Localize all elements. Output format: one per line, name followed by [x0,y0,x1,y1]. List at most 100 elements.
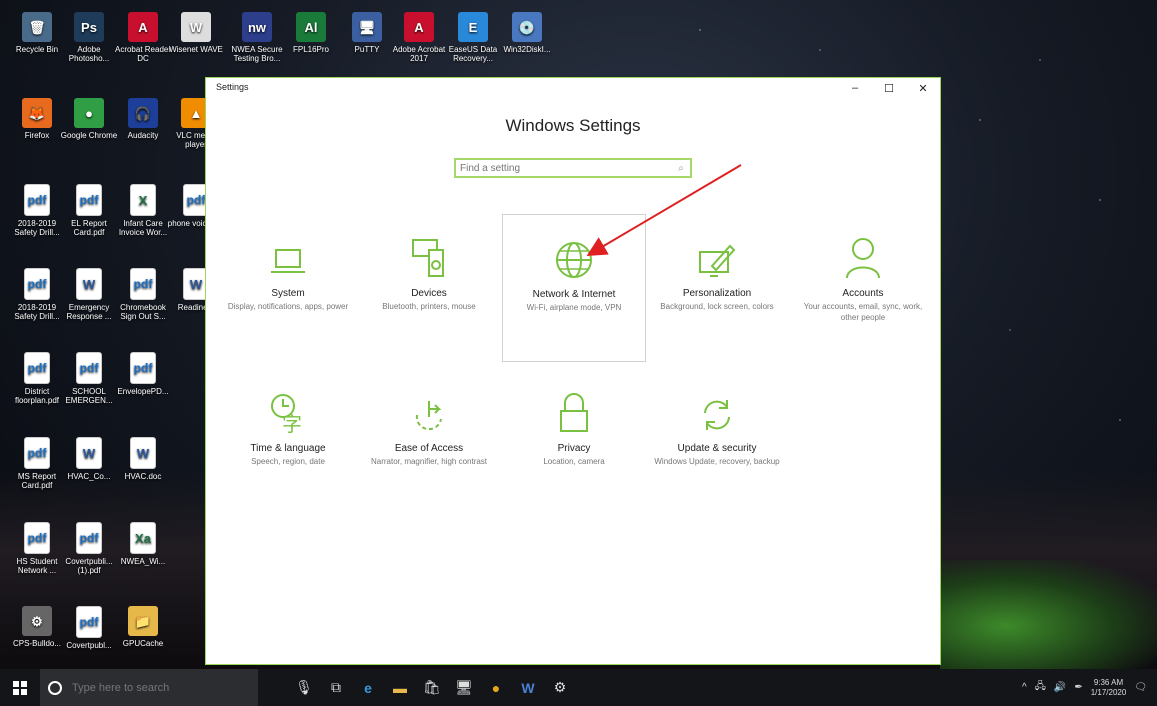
desktop-shortcut-label: Wisenet WAVE [169,45,223,54]
volume-icon[interactable]: 🔊 [1054,682,1066,693]
chrome-taskbar-icon[interactable]: ● [480,669,512,706]
settings-tile-privacy[interactable]: Privacy Location, camera [502,383,646,467]
tile-description: Speech, region, date [251,457,325,466]
store-icon[interactable]: 🛍 [416,669,448,706]
desktop-shortcut[interactable]: W Emergency Response ... [58,268,120,321]
tile-title: Network & Internet [532,289,616,300]
firefox-icon: 🦊 [22,98,52,128]
settings-window: Settings – ☐ ✕ Windows Settings ⌕ System… [205,77,941,665]
fpl-icon: Al [296,12,326,42]
word-file-icon: W [76,437,102,469]
desktop-shortcut[interactable]: W Wisenet WAVE [165,12,227,54]
desktop-shortcut[interactable]: Al FPL16Pro [280,12,342,54]
desktop-shortcut[interactable]: E EaseUS Data Recovery... [442,12,504,63]
tile-title: Time & language [250,443,326,454]
photoshop-icon: Ps [74,12,104,42]
pdf-file-icon: pdf [130,352,156,384]
desktop-shortcut[interactable]: 📁 GPUCache [112,606,174,648]
desktop-shortcut-label: GPUCache [122,639,164,648]
desktop-shortcut[interactable]: W HVAC.doc [112,437,174,481]
desktop-shortcut[interactable]: Xa NWEA_Wi... [112,522,174,566]
tile-description: Your accounts, email, sync, work, other … [803,302,923,322]
devices-icon [357,228,501,280]
pen-icon[interactable]: ✒ [1074,682,1082,693]
desktop-shortcut-label: Covertpubl... [66,641,112,650]
person-icon [791,228,935,280]
taskbar-search-box[interactable] [40,669,258,706]
desktop-shortcut[interactable]: pdf Covertpubl... [58,606,120,650]
folder-icon: 📁 [128,606,158,636]
lock-icon [502,383,646,435]
start-button[interactable] [0,669,40,706]
pdf-file-icon: pdf [76,184,102,216]
desktop-shortcut[interactable]: Ps Adobe Photosho... [58,12,120,63]
settings-tile-personalization[interactable]: Personalization Background, lock screen,… [645,228,789,312]
pdf-file-icon: pdf [24,522,50,554]
settings-tile-time-language[interactable]: 字 Time & language Speech, region, date [216,383,360,467]
refresh-icon [645,383,789,435]
chevron-up-icon[interactable]: ^ [1022,682,1027,693]
acrobat-2017-icon: A [404,12,434,42]
tile-title: Accounts [842,288,884,299]
microphone-icon[interactable]: 🎙 [288,669,320,706]
desktop-shortcut[interactable]: pdf EnvelopePD... [112,352,174,396]
desktop-shortcut[interactable]: pdf SCHOOL EMERGEN... [58,352,120,405]
pdf-file-icon: pdf [76,606,102,638]
desktop-shortcut[interactable]: pdf Covertpubli... (1).pdf [58,522,120,575]
minimize-button[interactable]: – [838,78,872,98]
desktop-shortcut-label: HVAC.doc [124,472,162,481]
laptop-icon [216,228,360,280]
taskbar-search-input[interactable] [70,680,244,695]
pdf-file-icon: pdf [24,268,50,300]
settings-tile-network-internet[interactable]: Network & Internet Wi-Fi, airplane mode,… [502,214,646,362]
desktop-shortcut-label: Google Chrome [60,131,118,140]
desktop-shortcut-label: Adobe Photosho... [68,45,110,63]
windows-logo-icon [13,680,27,695]
settings-tile-devices[interactable]: Devices Bluetooth, printers, mouse [357,228,501,312]
time-language-icon: 字 [216,383,360,435]
putty-icon: 🖥 [352,12,382,42]
putty-taskbar-icon[interactable]: 🖥 [448,669,480,706]
desktop-shortcut[interactable]: W HVAC_Co... [58,437,120,481]
clock[interactable]: 9:36 AM 1/17/2020 [1091,678,1127,698]
desktop-shortcut-label: Win32DiskI... [503,45,551,54]
settings-tile-accounts[interactable]: Accounts Your accounts, email, sync, wor… [791,228,935,323]
desktop-shortcut[interactable]: pdf EL Report Card.pdf [58,184,120,237]
excel-file-icon: Xa [130,522,156,554]
edge-icon[interactable]: e [352,669,384,706]
file-explorer-icon[interactable]: ▬ [384,669,416,706]
search-icon[interactable]: ⌕ [672,163,690,174]
word-taskbar-icon[interactable]: W [512,669,544,706]
ease-of-access-icon [357,383,501,435]
task-view-icon[interactable]: ⧉ [320,669,352,706]
desktop-shortcut[interactable]: ● Google Chrome [58,98,120,140]
desktop-shortcut-label: EnvelopePD... [117,387,169,396]
cortana-circle-icon [48,680,62,695]
network-icon[interactable]: 🖧 [1035,679,1046,696]
desktop-shortcut[interactable]: 💿 Win32DiskI... [496,12,558,54]
tile-description: Background, lock screen, colors [660,302,774,311]
taskbar-pinned-apps: 🎙 ⧉ e ▬ 🛍 🖥 ● W ⚙ [288,669,576,706]
maximize-button[interactable]: ☐ [872,78,906,98]
desktop-shortcut[interactable]: nw NWEA Secure Testing Bro... [226,12,288,63]
tile-title: Personalization [682,288,752,299]
search-input[interactable] [456,161,672,175]
close-button[interactable]: ✕ [906,78,940,98]
tile-description: Wi-Fi, airplane mode, VPN [526,303,622,312]
desktop-shortcut-label: EaseUS Data Recovery... [448,45,498,63]
settings-taskbar-icon[interactable]: ⚙ [544,669,576,706]
svg-text:字: 字 [282,412,302,435]
tile-description: Bluetooth, printers, mouse [382,302,476,311]
window-title: Settings [216,82,249,92]
settings-tile-system[interactable]: System Display, notifications, apps, pow… [216,228,360,312]
pdf-file-icon: pdf [24,437,50,469]
settings-search-box[interactable]: ⌕ [454,158,692,178]
notification-icon[interactable]: 🗨 [1134,682,1147,693]
settings-tile-ease-of-access[interactable]: Ease of Access Narrator, magnifier, high… [357,383,501,467]
desktop-shortcut[interactable]: A Adobe Acrobat 2017 [388,12,450,63]
settings-tile-update-security[interactable]: Update & security Windows Update, recove… [645,383,789,467]
clock-date: 1/17/2020 [1090,687,1127,697]
nwea-icon: nw [242,12,272,42]
tile-description: Location, camera [543,457,605,466]
tile-title: Ease of Access [394,443,464,454]
